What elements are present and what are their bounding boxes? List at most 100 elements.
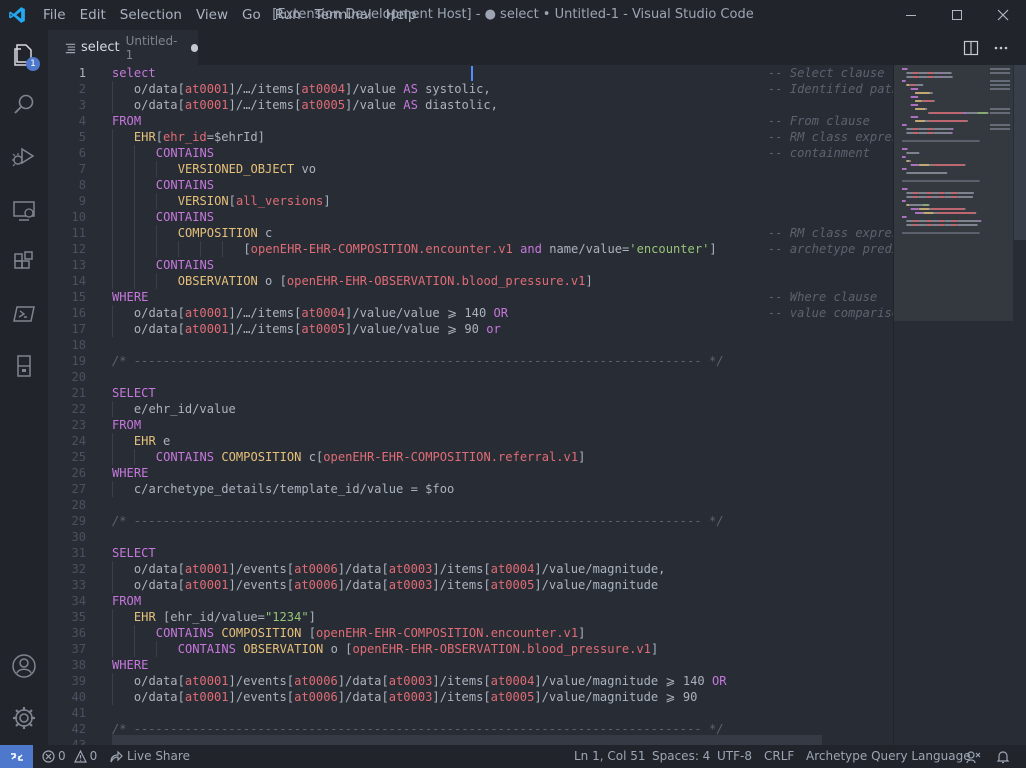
code-token: ] xyxy=(650,642,659,656)
problems-indicator[interactable]: 0 0 xyxy=(42,745,97,768)
code-line[interactable]: 40 o/data[at0001]/events[at0006]/data[at0… xyxy=(48,689,893,705)
tab-select-untitled-1[interactable]: select Untitled-1 xyxy=(48,30,198,65)
code-token: COMPOSITION xyxy=(221,450,302,464)
horizontal-scrollbar-thumb[interactable] xyxy=(112,735,822,745)
remote-indicator[interactable] xyxy=(0,745,33,768)
activity-run-debug[interactable] xyxy=(0,132,48,180)
code-token: e/ehr_id/value xyxy=(133,402,236,416)
code-line[interactable]: 11 COMPOSITION c -- RM class expression xyxy=(48,225,893,241)
code-line[interactable]: 31 SELECT xyxy=(48,545,893,561)
menu-selection[interactable]: Selection xyxy=(113,0,189,30)
code-text: o/data[at0001]/events[at0006]/data[at000… xyxy=(134,577,658,593)
code-token: openEHR-EHR-COMPOSITION.encounter.v1 xyxy=(315,626,579,640)
activity-extensions[interactable] xyxy=(0,238,48,286)
vertical-scrollbar-thumb[interactable] xyxy=(1014,65,1026,240)
line-number: 1 xyxy=(78,66,86,80)
code-line[interactable]: 2 o/data[at0001]/…/items[at0004]/value AS… xyxy=(48,81,893,97)
menu-view[interactable]: View xyxy=(189,0,235,30)
code-line[interactable]: 3 o/data[at0001]/…/items[at0005]/value AS… xyxy=(48,97,893,113)
code-line[interactable]: 14 OBSERVATION o [openEHR-EHR-OBSERVATION… xyxy=(48,273,893,289)
line-comment: -- value comparison xyxy=(768,306,893,320)
activity-search[interactable] xyxy=(0,80,48,128)
activity-remote-explorer[interactable] xyxy=(0,186,48,234)
indent-guide xyxy=(112,673,113,689)
code-line[interactable]: 19 /* -----------------------------------… xyxy=(48,353,893,369)
line-number: 3 xyxy=(78,98,86,112)
maximize-button[interactable] xyxy=(934,0,980,30)
activity-explorer[interactable]: 1 xyxy=(0,30,48,78)
activity-database[interactable] xyxy=(0,342,48,390)
unsaved-dot-icon[interactable] xyxy=(190,43,198,52)
feedback-icon xyxy=(966,750,981,763)
line-number: 35 xyxy=(71,610,86,624)
code-line[interactable]: 18 xyxy=(48,337,893,353)
code-line[interactable]: 33 o/data[at0001]/events[at0006]/data[at0… xyxy=(48,577,893,593)
encoding-status[interactable]: UTF-8 xyxy=(717,745,752,768)
code-line[interactable]: 27 c/archetype_details/template_id/value … xyxy=(48,481,893,497)
code-line[interactable]: 17 o/data[at0001]/…/items[at0005]/value/v… xyxy=(48,321,893,337)
code-line[interactable]: 7 VERSIONED_OBJECT vo xyxy=(48,161,893,177)
code-line[interactable]: 21 SELECT xyxy=(48,385,893,401)
code-text: SELECT xyxy=(112,545,156,561)
activity-powershell[interactable] xyxy=(0,290,48,338)
code-line[interactable]: 12 [openEHR-EHR-COMPOSITION.encounter.v1 … xyxy=(48,241,893,257)
code-line[interactable]: 4 FROM -- From clause xyxy=(48,113,893,129)
minimap[interactable] xyxy=(893,65,1014,745)
code-line[interactable]: 34 FROM xyxy=(48,593,893,609)
code-token: at0006 xyxy=(294,674,338,688)
menu-file[interactable]: File xyxy=(36,0,73,30)
close-window-button[interactable] xyxy=(980,0,1026,30)
menu-help[interactable]: Help xyxy=(379,0,424,30)
code-token: at0003 xyxy=(388,690,433,704)
code-line[interactable]: 37 CONTAINS OBSERVATION o [openEHR-EHR-OB… xyxy=(48,641,893,657)
code-line[interactable]: 10 CONTAINS xyxy=(48,209,893,225)
code-line[interactable]: 16 o/data[at0001]/…/items[at0004]/value/v… xyxy=(48,305,893,321)
code-line[interactable]: 38 WHERE xyxy=(48,657,893,673)
code-line[interactable]: 29 /* -----------------------------------… xyxy=(48,513,893,529)
code-token: at0001 xyxy=(184,82,229,96)
code-line[interactable]: 28 xyxy=(48,497,893,513)
code-line[interactable]: 32 o/data[at0001]/events[at0006]/data[at0… xyxy=(48,561,893,577)
code-editor[interactable]: 1 select -- Select clause 2 o/data[at0001]/…… xyxy=(48,65,893,745)
code-line[interactable]: 30 xyxy=(48,529,893,545)
menu-run[interactable]: Run xyxy=(268,0,308,30)
extensions-icon xyxy=(14,251,33,269)
menu-terminal[interactable]: Terminal xyxy=(308,0,379,30)
code-line[interactable]: 20 xyxy=(48,369,893,385)
minimap-viewport[interactable] xyxy=(894,65,1014,321)
eol-status[interactable]: CRLF xyxy=(764,745,794,768)
code-text: o/data[at0001]/…/items[at0005]/value/val… xyxy=(134,321,501,337)
code-line[interactable]: 9 VERSION[all_versions] xyxy=(48,193,893,209)
more-actions-button[interactable] xyxy=(986,30,1016,65)
code-line[interactable]: 36 CONTAINS COMPOSITION [openEHR-EHR-COMP… xyxy=(48,625,893,641)
code-line[interactable]: 25 CONTAINS COMPOSITION c[openEHR-EHR-COM… xyxy=(48,449,893,465)
code-line[interactable]: 22 e/ehr_id/value xyxy=(48,401,893,417)
activity-accounts[interactable] xyxy=(0,642,48,690)
code-line[interactable]: 26 WHERE xyxy=(48,465,893,481)
feedback-button[interactable] xyxy=(966,745,982,768)
code-token: at0004 xyxy=(490,562,535,576)
code-line[interactable]: 23 FROM xyxy=(48,417,893,433)
code-line[interactable]: 41 xyxy=(48,705,893,721)
live-share-button[interactable]: Live Share xyxy=(109,745,190,768)
code-token: ]/events[ xyxy=(228,674,295,688)
line-number: 26 xyxy=(71,466,86,480)
split-editor-button[interactable] xyxy=(956,30,986,65)
code-line[interactable]: 24 EHR e xyxy=(48,433,893,449)
indentation-status[interactable]: Spaces: 4 xyxy=(652,745,710,768)
activity-manage[interactable] xyxy=(0,694,48,742)
notifications-button[interactable] xyxy=(996,745,1010,768)
cursor-position[interactable]: Ln 1, Col 51 xyxy=(574,745,646,768)
minimize-button[interactable] xyxy=(888,0,934,30)
code-line[interactable]: 39 o/data[at0001]/events[at0006]/data[at0… xyxy=(48,673,893,689)
language-mode[interactable]: Archetype Query Language xyxy=(806,745,971,768)
menu-go[interactable]: Go xyxy=(235,0,268,30)
vertical-scrollbar[interactable] xyxy=(1013,65,1026,745)
code-line[interactable]: 15 WHERE -- Where clause xyxy=(48,289,893,305)
code-line[interactable]: 8 CONTAINS xyxy=(48,177,893,193)
menu-edit[interactable]: Edit xyxy=(73,0,113,30)
code-line[interactable]: 5 EHR[ehr_id=$ehrId] -- RM class expressio… xyxy=(48,129,893,145)
code-line[interactable]: 6 CONTAINS -- containment xyxy=(48,145,893,161)
code-line[interactable]: 13 CONTAINS xyxy=(48,257,893,273)
code-line[interactable]: 35 EHR [ehr_id/value="1234"] xyxy=(48,609,893,625)
